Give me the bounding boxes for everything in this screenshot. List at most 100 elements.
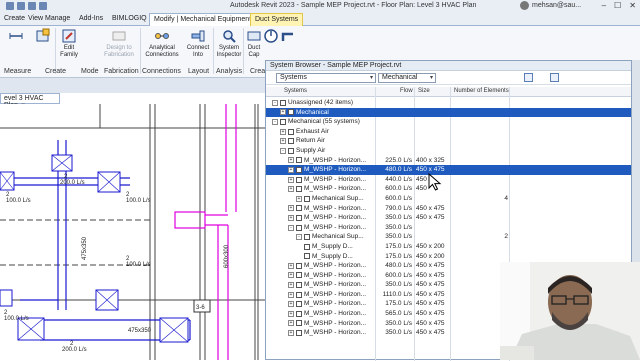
tab-modify-mechanical-equipment[interactable]: Modify | Mechanical Equipment — [149, 13, 257, 26]
expand-icon[interactable]: + — [288, 320, 294, 327]
system-icon — [288, 138, 294, 145]
expand-icon[interactable]: + — [288, 262, 294, 269]
tree-row-flow: 175.0 L/s — [385, 242, 412, 250]
tree-row[interactable]: - Mechanical Sup... 350.0 L/s 2 — [266, 232, 631, 242]
tree-row[interactable]: - Supply Air — [266, 146, 631, 156]
tree-row[interactable]: - M_WSHP - Horizon... 350.0 L/s — [266, 223, 631, 233]
system-icon — [296, 272, 302, 279]
tree-row-label: M_WSHP - Horizon... — [304, 319, 367, 327]
tree-row-count: 4 — [504, 194, 508, 202]
piping-button[interactable] — [278, 28, 298, 45]
system-inspector-button[interactable]: System Inspector — [216, 28, 242, 59]
expand-icon[interactable]: + — [288, 157, 294, 164]
expand-icon[interactable]: + — [288, 205, 294, 212]
analytical-connections-button[interactable]: Analytical Connections — [144, 28, 180, 59]
edit-family-button[interactable]: Edit Family — [58, 28, 80, 59]
expand-icon[interactable]: + — [288, 176, 294, 183]
hvac-plan-drawing: 2 200.0 L/s 2 100.0 L/s 2 100.0 L/s 475x… — [0, 104, 265, 360]
tree-row-flow: 350.0 L/s — [385, 214, 412, 222]
measure-button[interactable] — [3, 28, 29, 45]
maximize-button[interactable]: ☐ — [614, 1, 621, 10]
column-size[interactable]: Size — [418, 88, 430, 94]
minimize-button[interactable]: – — [602, 1, 606, 10]
duct-cap-button[interactable]: Duct Cap — [246, 28, 262, 59]
tree-row-size: 450 x 475 — [416, 214, 445, 222]
svg-text:100.0 L/s: 100.0 L/s — [4, 316, 29, 322]
tab-duct-systems[interactable]: Duct Systems — [250, 13, 304, 26]
create-button[interactable] — [32, 28, 54, 45]
expand-icon[interactable]: + — [288, 272, 294, 279]
expand-icon[interactable]: + — [288, 301, 294, 308]
expand-icon[interactable]: + — [288, 310, 294, 317]
tree-row[interactable]: + Mechanical Sup... 600.0 L/s 4 — [266, 194, 631, 204]
expand-icon[interactable]: + — [296, 195, 302, 202]
expand-icon[interactable]: + — [288, 291, 294, 298]
design-to-fabrication-icon — [112, 31, 126, 41]
tree-row[interactable]: + Return Air — [266, 136, 631, 146]
expand-icon[interactable]: + — [288, 186, 294, 193]
tree-row-size: 450 x 475 — [416, 300, 445, 308]
redo-icon[interactable] — [39, 2, 47, 10]
column-settings-icon[interactable] — [524, 73, 533, 82]
collapse-icon[interactable]: - — [288, 224, 294, 231]
tree-row-name: + M_WSHP - Horizon... — [288, 261, 366, 271]
expand-icon[interactable]: + — [288, 282, 294, 289]
tree-row[interactable]: + M_WSHP - Horizon... 225.0 L/s 400 x 325 — [266, 156, 631, 166]
tab-manage[interactable]: Manage — [45, 15, 70, 22]
close-button[interactable]: ✕ — [629, 1, 636, 10]
collapse-icon[interactable]: - — [280, 147, 286, 154]
tab-view[interactable]: View — [28, 15, 43, 22]
tree-row[interactable]: + M_WSHP - Horizon... 600.0 L/s 450 — [266, 184, 631, 194]
tree-row-name: + Mechanical — [280, 108, 329, 118]
tree-row[interactable]: - Mechanical (55 systems) — [266, 117, 631, 127]
column-systems[interactable]: Systems — [284, 88, 307, 94]
tab-create[interactable]: Create — [4, 15, 25, 22]
connect-into-button[interactable]: Connect Into — [184, 28, 212, 59]
tree-row[interactable]: + Exhaust Air — [266, 127, 631, 137]
svg-text:100.0 L/s: 100.0 L/s — [126, 262, 151, 268]
tree-row[interactable]: M_Supply D... 175.0 L/s 450 x 200 — [266, 242, 631, 252]
presenter-photo — [500, 262, 640, 360]
discipline-dropdown[interactable]: Mechanical ▾ — [378, 73, 436, 83]
collapse-icon[interactable]: - — [296, 234, 302, 241]
system-icon — [288, 109, 294, 116]
tree-row-name: + M_WSHP - Horizon... — [288, 309, 366, 319]
tree-row[interactable]: + M_WSHP - Horizon... 350.0 L/s 450 x 475 — [266, 213, 631, 223]
view-dropdown[interactable]: Systems ▾ — [276, 73, 376, 83]
expand-icon[interactable]: + — [288, 166, 294, 173]
tree-row-name: M_Supply D... — [304, 252, 353, 262]
open-icon[interactable] — [6, 2, 14, 10]
user-account[interactable]: mehsan@sau... — [520, 1, 581, 10]
tree-row-flow: 600.0 L/s — [385, 185, 412, 193]
expand-icon[interactable]: + — [288, 214, 294, 221]
svg-text:100.0 L/s: 100.0 L/s — [6, 198, 31, 204]
system-inspector-label: System Inspector — [216, 45, 242, 58]
tree-row[interactable]: - Unassigned (42 items) — [266, 98, 631, 108]
tree-row-size: 450 x 475 — [416, 310, 445, 318]
tree-row[interactable]: + M_WSHP - Horizon... 480.0 L/s 450 x 475 — [266, 165, 631, 175]
tree-row[interactable]: M_Supply D... 175.0 L/s 450 x 200 — [266, 252, 631, 262]
design-to-fabrication-button[interactable]: Design to Fabrication — [102, 28, 136, 59]
tree-row[interactable]: + M_WSHP - Horizon... 790.0 L/s 450 x 475 — [266, 204, 631, 214]
undo-icon[interactable] — [28, 2, 36, 10]
tree-row[interactable]: + M_WSHP - Horizon... 440.0 L/s 450 — [266, 175, 631, 185]
expand-icon[interactable]: + — [280, 138, 286, 145]
discipline-dropdown-value: Mechanical — [382, 74, 418, 81]
tab-bimlogiq[interactable]: BIMLOGIQ — [112, 15, 147, 22]
expand-icon[interactable]: + — [280, 128, 286, 135]
chevron-down-icon: ▾ — [429, 75, 433, 81]
view-tab-level-3-hvac-plan[interactable]: evel 3 HVAC Plan× — [0, 93, 60, 109]
column-flow[interactable]: Flow — [400, 88, 413, 94]
expand-icon[interactable]: + — [280, 109, 286, 116]
tree-row-label: M_WSHP - Horizon... — [304, 271, 367, 279]
expand-icon[interactable]: + — [288, 330, 294, 337]
tree-row[interactable]: + Mechanical — [266, 107, 631, 118]
column-number-of-elements[interactable]: Number of Elements — [454, 88, 509, 94]
tree-row-name: M_Supply D... — [304, 242, 353, 252]
autofit-columns-icon[interactable] — [550, 73, 559, 82]
collapse-icon[interactable]: - — [272, 99, 278, 106]
save-icon[interactable] — [17, 2, 25, 10]
floor-plan-canvas[interactable]: 2 200.0 L/s 2 100.0 L/s 2 100.0 L/s 475x… — [0, 104, 265, 360]
collapse-icon[interactable]: - — [272, 118, 278, 125]
tab-add-ins[interactable]: Add-Ins — [79, 15, 103, 22]
